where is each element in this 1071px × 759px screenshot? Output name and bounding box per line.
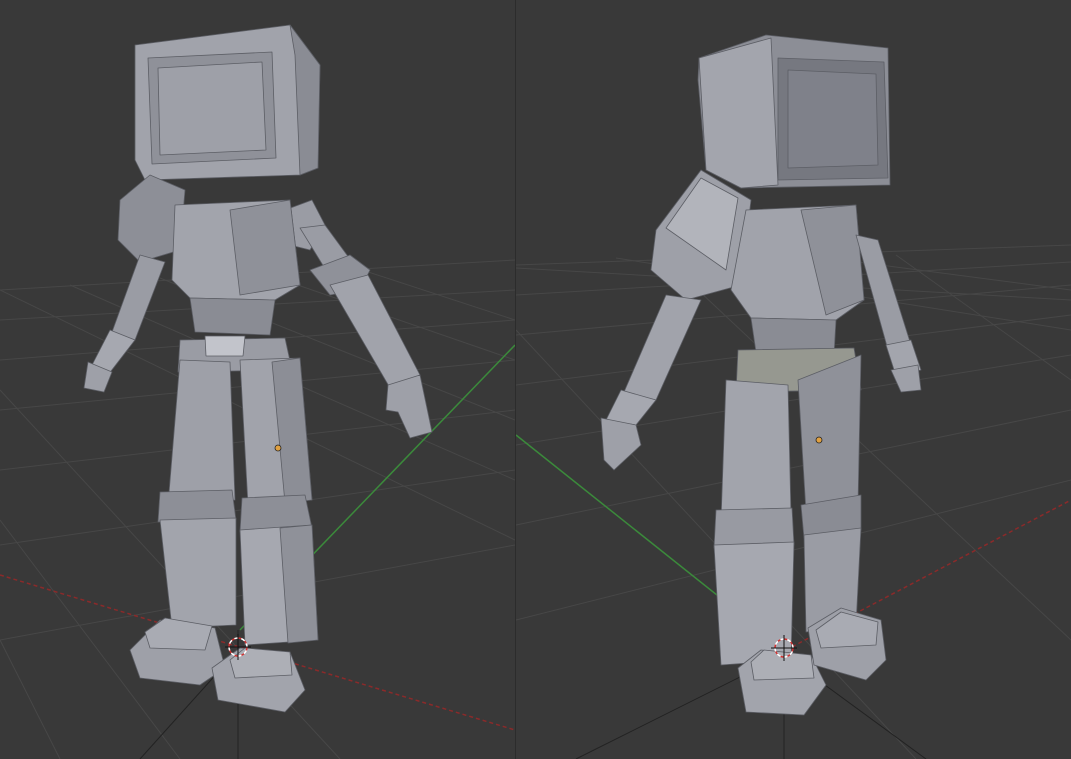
3d-viewport-left[interactable] [0, 0, 515, 759]
robot-model-right[interactable] [600, 34, 922, 716]
object-origin-icon[interactable] [815, 436, 823, 444]
3d-viewport-right[interactable] [516, 0, 1071, 759]
left-knee [713, 507, 795, 549]
left-shin [159, 517, 237, 629]
viewport-split [0, 0, 1071, 759]
right-foot-top [229, 647, 293, 679]
left-upper-arm [111, 254, 166, 341]
viewport-left-canvas[interactable] [0, 0, 515, 759]
left-thigh [167, 359, 236, 506]
right-forearm [329, 274, 421, 389]
left-foot-top [750, 649, 815, 681]
left-thigh [720, 379, 792, 521]
object-origin-icon[interactable] [274, 444, 282, 452]
viewport-right-canvas[interactable] [516, 0, 1071, 759]
left-upper-arm [623, 294, 702, 401]
belt-light [204, 335, 246, 357]
robot-model-left[interactable] [83, 24, 433, 713]
left-shin [713, 541, 795, 666]
right-hand [890, 364, 922, 393]
head-screen [157, 61, 267, 156]
torso-side [229, 199, 301, 296]
left-knee [157, 489, 237, 523]
head-monitor-side [698, 37, 779, 189]
right-thigh [797, 354, 862, 513]
waist [189, 297, 276, 336]
left-hand [600, 417, 642, 471]
head-screen [787, 69, 879, 169]
